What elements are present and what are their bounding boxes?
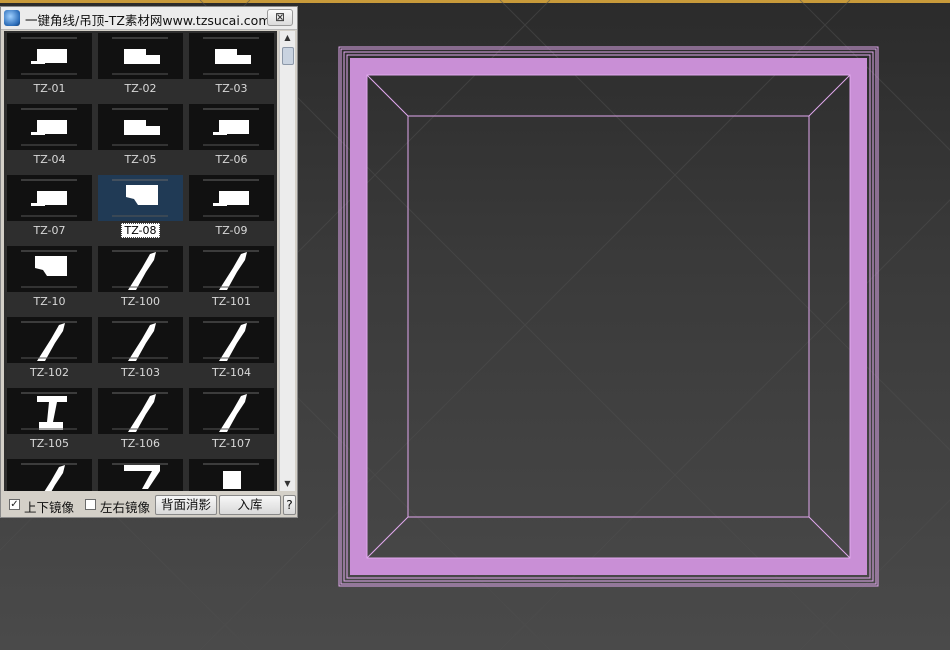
thumbnail-label: TZ-104 — [211, 366, 252, 379]
profile-preview — [7, 246, 92, 292]
panel-toolbar: ✓ 上下镜像 左右镜像 背面消影 入库 ? — [1, 493, 297, 517]
thumbnail-item[interactable]: TZ-08 — [95, 173, 186, 244]
thumbnail-item[interactable]: TZ-02 — [95, 31, 186, 102]
thumbnail-item[interactable]: TZ-102 — [4, 315, 95, 386]
profile-preview — [98, 33, 183, 79]
thumbnail-item[interactable]: TZ-101 — [186, 244, 277, 315]
thumbnail-label: TZ-102 — [29, 366, 70, 379]
watermark-line — [499, 0, 950, 451]
app-icon — [4, 10, 20, 26]
profile-preview — [98, 317, 183, 363]
thumbnail-item[interactable]: TZ-01 — [4, 31, 95, 102]
thumbnail-item[interactable] — [95, 457, 186, 491]
watermark-line — [499, 199, 950, 650]
thumbnail-label: TZ-01 — [33, 82, 66, 95]
thumbnail-item[interactable]: TZ-05 — [95, 102, 186, 173]
profile-preview — [98, 388, 183, 434]
thumbnail-label: TZ-100 — [120, 295, 161, 308]
frame-outline-1 — [338, 46, 879, 587]
profile-preview — [189, 388, 274, 434]
thumbnail-item[interactable]: TZ-105 — [4, 386, 95, 457]
panel-titlebar[interactable]: 一键角线/吊顶-TZ素材网www.tzsucai.com ⊠ — [1, 7, 297, 30]
thumbnail-label: TZ-106 — [120, 437, 161, 450]
import-button[interactable]: 入库 — [219, 495, 281, 515]
frame-outline-4 — [346, 54, 871, 579]
thumbnail-item[interactable]: TZ-04 — [4, 102, 95, 173]
profile-preview — [7, 175, 92, 221]
profile-preview — [7, 388, 92, 434]
panel-title: 一键角线/吊顶-TZ素材网www.tzsucai.com — [25, 13, 271, 28]
thumbnail-label: TZ-101 — [211, 295, 252, 308]
thumbnail-label: TZ-03 — [215, 82, 248, 95]
thumbnail-label: TZ-10 — [33, 295, 66, 308]
flip-vertical-label: 上下镜像 — [24, 500, 75, 515]
inner-panel — [407, 115, 810, 518]
thumbnail-label: TZ-02 — [124, 82, 157, 95]
thumbnail-item[interactable]: TZ-06 — [186, 102, 277, 173]
scroll-up-button[interactable]: ▲ — [280, 31, 295, 45]
thumbnail-label: TZ-08 — [95, 223, 186, 238]
thumbnail-item[interactable] — [186, 457, 277, 491]
ceiling-frame[interactable] — [338, 46, 879, 587]
vertical-scrollbar[interactable]: ▲ ▼ — [279, 31, 295, 491]
profile-preview — [189, 246, 274, 292]
profile-preview — [7, 459, 92, 491]
thumbnail-item[interactable]: TZ-03 — [186, 31, 277, 102]
thumbnail-label: TZ-09 — [215, 224, 248, 237]
thumbnail-label: TZ-105 — [29, 437, 70, 450]
thumbnail-list[interactable]: TZ-01 TZ-02 TZ-03 TZ-04 TZ-05 TZ-06 TZ-07 TZ-08… — [4, 31, 277, 491]
thumbnail-item[interactable]: TZ-107 — [186, 386, 277, 457]
thumbnail-item[interactable]: TZ-09 — [186, 173, 277, 244]
watermark-line — [799, 0, 950, 151]
flip-horizontal-checkbox[interactable] — [85, 499, 96, 510]
thumbnail-grid: TZ-01 TZ-02 TZ-03 TZ-04 TZ-05 TZ-06 TZ-07 TZ-08… — [4, 31, 277, 491]
flip-vertical-checkbox[interactable]: ✓ — [9, 499, 20, 510]
frame-outline-3 — [343, 51, 874, 582]
close-button[interactable]: ⊠ — [267, 9, 293, 26]
thumbnail-item[interactable]: TZ-104 — [186, 315, 277, 386]
thumbnail-label: TZ-07 — [33, 224, 66, 237]
profile-preview — [98, 175, 183, 221]
miter-tl — [366, 74, 409, 117]
flip-horizontal-label: 左右镜像 — [100, 500, 151, 515]
thumbnail-label: TZ-107 — [211, 437, 252, 450]
thumbnail-label: TZ-103 — [120, 366, 161, 379]
profile-library-panel: 一键角线/吊顶-TZ素材网www.tzsucai.com ⊠ TZ-01 TZ-0… — [0, 6, 298, 518]
profile-preview — [98, 459, 183, 491]
thumbnail-item[interactable]: TZ-103 — [95, 315, 186, 386]
profile-preview — [98, 104, 183, 150]
thumbnail-item[interactable]: TZ-106 — [95, 386, 186, 457]
thumbnail-label: TZ-06 — [215, 153, 248, 166]
frame-band — [350, 58, 867, 575]
profile-preview — [189, 33, 274, 79]
backface-cull-button[interactable]: 背面消影 — [155, 495, 217, 515]
thumbnail-label: TZ-04 — [33, 153, 66, 166]
thumbnail-item[interactable]: TZ-07 — [4, 173, 95, 244]
scroll-thumb[interactable] — [282, 47, 294, 65]
profile-preview — [189, 175, 274, 221]
miter-tr — [808, 74, 851, 117]
watermark-line — [799, 499, 950, 650]
thumbnail-item[interactable]: TZ-10 — [4, 244, 95, 315]
profile-preview — [98, 246, 183, 292]
profile-preview — [7, 317, 92, 363]
scroll-down-button[interactable]: ▼ — [280, 477, 295, 491]
thumbnail-label: TZ-05 — [124, 153, 157, 166]
help-button[interactable]: ? — [283, 495, 296, 515]
profile-preview — [7, 33, 92, 79]
frame-inner-edge — [366, 74, 851, 559]
profile-preview — [189, 317, 274, 363]
thumbnail-item[interactable] — [4, 457, 95, 491]
profile-preview — [189, 104, 274, 150]
miter-br — [808, 516, 851, 559]
miter-bl — [366, 516, 409, 559]
profile-preview — [189, 459, 274, 491]
thumbnail-item[interactable]: TZ-100 — [95, 244, 186, 315]
profile-preview — [7, 104, 92, 150]
